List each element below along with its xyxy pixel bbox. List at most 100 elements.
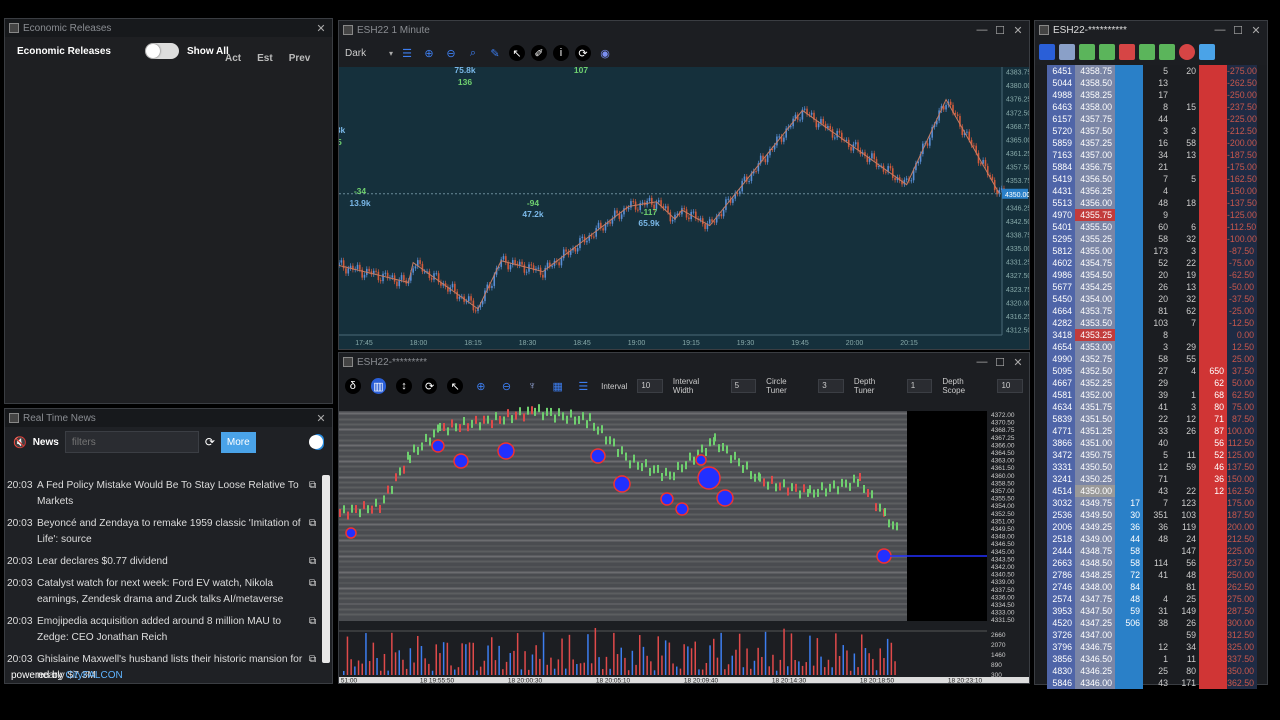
news-item[interactable]: 20:03 Beyoncé and Zendaya to remake 1959 … [5,513,323,551]
doc-green4-icon[interactable] [1159,44,1175,60]
dom-row[interactable]: 2536 4349.50 30 351 103 187.50 [1047,509,1257,521]
bars-icon[interactable]: ☰ [399,45,415,61]
dom-row[interactable]: 2663 4348.50 58 114 56 237.50 [1047,557,1257,569]
dom-row[interactable]: 4282 4353.50 103 7 -12.50 [1047,317,1257,329]
dom-row[interactable]: 2444 4348.75 58 147 225.00 [1047,545,1257,557]
doc-green3-icon[interactable] [1139,44,1155,60]
dom-row[interactable]: 3241 4350.25 71 36 150.00 [1047,473,1257,485]
depth-tuner-input[interactable]: 1 [906,379,933,393]
maximize-icon[interactable]: ☐ [993,24,1007,37]
pointer-icon[interactable]: ↖ [509,45,526,61]
dom-row[interactable]: 3331 4350.50 12 59 46 137.50 [1047,461,1257,473]
news-headline[interactable]: Catalyst watch for next week: Ford EV wa… [37,576,305,608]
filter-input[interactable] [64,431,199,453]
pointer-icon[interactable]: ↖ [447,378,464,394]
dom-row[interactable]: 5812 4355.00 173 3 -87.50 [1047,245,1257,257]
external-link-icon[interactable]: ⧉ [309,576,321,608]
search-icon[interactable]: ⌕ [465,45,481,61]
dom-row[interactable]: 6157 4357.75 44 -225.00 [1047,113,1257,125]
external-link-icon[interactable]: ⧉ [309,652,321,684]
dom-row[interactable]: 5095 4352.50 27 4 650 37.50 [1047,365,1257,377]
doc-green2-icon[interactable] [1099,44,1115,60]
dom-row[interactable]: 3032 4349.75 17 7 123 175.00 [1047,497,1257,509]
dom-row[interactable]: 7163 4357.00 34 13 -187.50 [1047,149,1257,161]
pencil-icon[interactable]: ✐ [531,45,548,61]
bars-icon[interactable]: ▥ [370,378,387,394]
dom-row[interactable]: 5044 4358.50 13 -262.50 [1047,77,1257,89]
delta-icon[interactable]: δ [345,378,361,394]
dom-row[interactable]: 4431 4356.25 4 -150.00 [1047,185,1257,197]
wrench-icon[interactable]: ✎ [487,45,503,61]
menu-icon[interactable] [1039,44,1055,60]
dom-row[interactable]: 2746 4348.00 84 81 262.50 [1047,581,1257,593]
close-icon[interactable]: ✕ [1011,24,1025,37]
dom-row[interactable]: 4830 4346.25 25 80 350.00 [1047,665,1257,677]
circle-tuner-input[interactable]: 3 [818,379,844,393]
dom-row[interactable]: 3866 4351.00 40 56 112.50 [1047,437,1257,449]
doc-green-icon[interactable] [1079,44,1095,60]
dom-row[interactable]: 4602 4354.75 52 22 -75.00 [1047,257,1257,269]
close-icon[interactable]: ✕ [1011,356,1025,369]
alert-icon[interactable] [1179,44,1195,60]
interval-width-input[interactable]: 5 [730,379,757,393]
dom-row[interactable]: 5884 4356.75 21 -175.00 [1047,161,1257,173]
maximize-icon[interactable]: ☐ [1231,24,1245,37]
dom-row[interactable]: 4771 4351.25 33 26 87 100.00 [1047,425,1257,437]
dom-row[interactable]: 5419 4356.50 7 5 -162.50 [1047,173,1257,185]
scrollbar[interactable] [322,475,330,663]
dom-row[interactable]: 6451 4358.75 5 20 -275.00 [1047,65,1257,77]
depth-scope-input[interactable]: 10 [997,379,1024,393]
news-item[interactable]: 20:03 A Fed Policy Mistake Would Be To St… [5,475,323,513]
zoom-in-icon[interactable]: ⊕ [421,45,437,61]
dom-row[interactable]: 4514 4350.00 43 22 12 162.50 [1047,485,1257,497]
news-headline[interactable]: Lear declares $0.77 dividend [37,554,305,570]
show-all-toggle[interactable] [144,43,179,59]
dom-row[interactable]: 2786 4348.25 72 41 48 250.00 [1047,569,1257,581]
tag-icon[interactable] [1119,44,1135,60]
news-headline[interactable]: Beyoncé and Zendaya to remake 1959 class… [37,516,305,548]
more-button[interactable]: More [220,431,256,453]
dom-row[interactable]: 4970 4355.75 9 -125.00 [1047,209,1257,221]
maximize-icon[interactable]: ☐ [993,356,1007,369]
news-item[interactable]: 20:03 Catalyst watch for next week: Ford … [5,573,323,611]
dom-row[interactable]: 5450 4354.00 20 32 -37.50 [1047,293,1257,305]
dom-row[interactable]: 4667 4352.25 29 62 50.00 [1047,377,1257,389]
zoom-in-icon[interactable]: ⊕ [473,378,489,394]
close-icon[interactable]: ✕ [314,412,328,425]
dom-row[interactable]: 2006 4349.25 36 36 119 200.00 [1047,521,1257,533]
refresh-icon[interactable]: ⟳ [421,378,438,394]
info-icon[interactable]: i [553,45,570,61]
dom-row[interactable]: 3856 4346.50 1 11 337.50 [1047,653,1257,665]
discord-icon[interactable]: ◉ [597,45,613,61]
dom-row[interactable]: 4634 4351.75 41 3 80 75.00 [1047,401,1257,413]
zoom-out-icon[interactable]: ⊖ [499,378,515,394]
menu-icon[interactable]: ☰ [575,378,591,394]
dom-row[interactable]: 2518 4349.00 44 48 24 212.50 [1047,533,1257,545]
dom-row[interactable]: 4664 4353.75 81 62 -25.00 [1047,305,1257,317]
dom-ladder[interactable]: 6451 4358.75 5 20 -275.00 5044 4358.50 13 -262.5… [1047,65,1257,689]
dom-row[interactable]: 3472 4350.75 5 11 52 125.00 [1047,449,1257,461]
refresh-icon[interactable]: ⟳ [205,435,215,449]
tooth-icon[interactable]: ♆ [524,378,540,394]
minimize-icon[interactable]: — [1213,24,1227,36]
minimize-icon[interactable]: — [975,356,989,368]
dom-row[interactable]: 2574 4347.75 48 4 25 275.00 [1047,593,1257,605]
dom-row[interactable]: 4986 4354.50 20 19 -62.50 [1047,269,1257,281]
dom-row[interactable]: 5720 4357.50 3 3 -212.50 [1047,125,1257,137]
mute-icon[interactable]: 🔇 [13,436,27,449]
dom-row[interactable]: 4988 4358.25 17 -250.00 [1047,89,1257,101]
theme-select[interactable]: Dark [345,48,383,59]
dom-row[interactable]: 4990 4352.75 58 55 25.00 [1047,353,1257,365]
dom-row[interactable]: 4520 4347.25 506 38 26 300.00 [1047,617,1257,629]
dom-row[interactable]: 3418 4353.25 8 0.00 [1047,329,1257,341]
interval-input[interactable]: 10 [637,379,663,393]
cityfalcon-link[interactable]: CityFALCON [65,670,122,681]
price-chart[interactable]: 4383.75 4380.00 4376.25 4372.50 4368.75 4365.… [339,67,1029,349]
minimize-icon[interactable]: — [975,24,989,36]
news-toggle[interactable] [308,434,324,450]
vertical-arrows-icon[interactable]: ↕ [396,378,412,394]
dom-row[interactable]: 5859 4357.25 16 58 -200.00 [1047,137,1257,149]
dom-row[interactable]: 5677 4354.25 26 13 -50.00 [1047,281,1257,293]
grid-icon[interactable]: ▦ [550,378,566,394]
dom-row[interactable]: 3796 4346.75 12 34 325.00 [1047,641,1257,653]
